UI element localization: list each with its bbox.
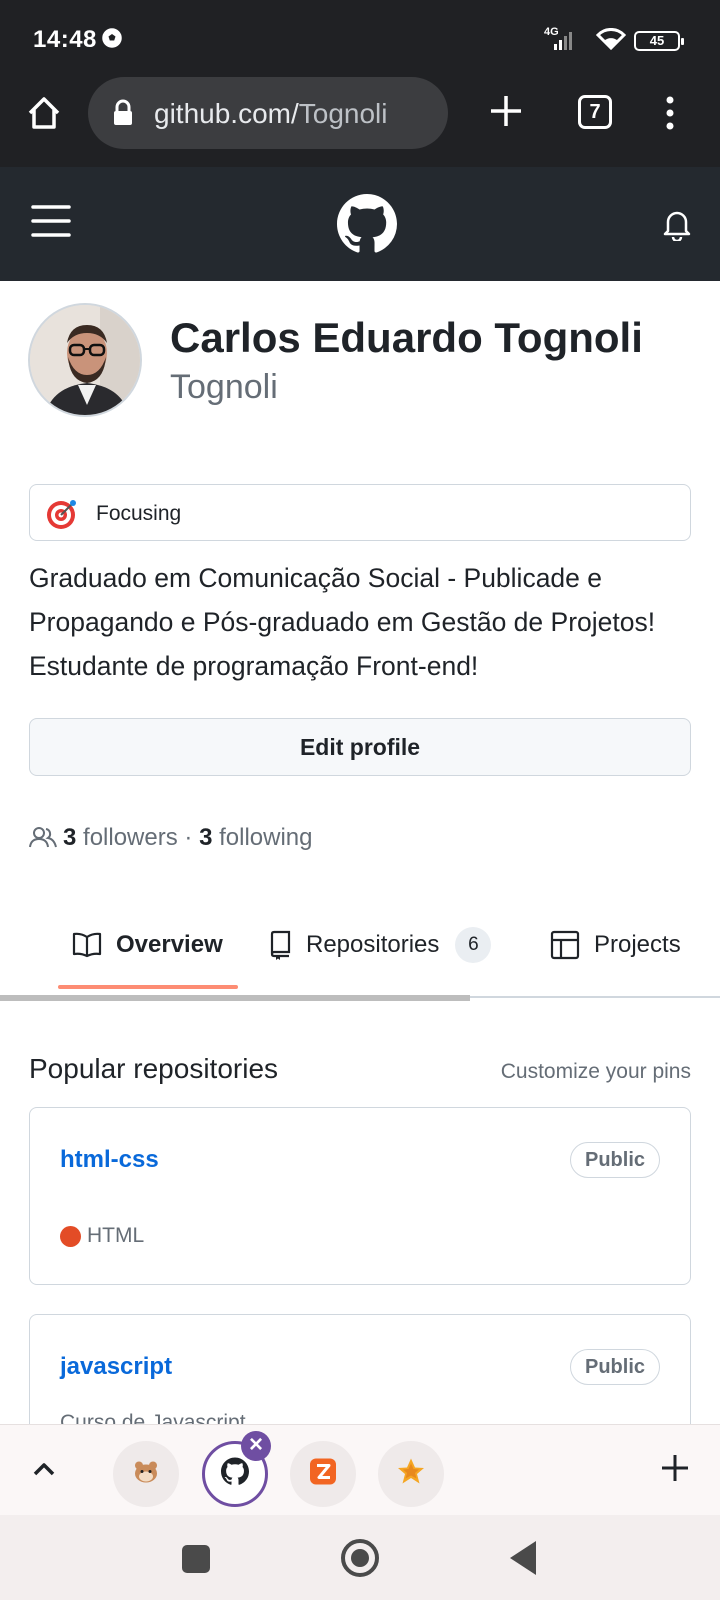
url-text: github.com/Tognoli: [154, 98, 387, 130]
battery-icon: 45: [634, 31, 684, 51]
edit-profile-button[interactable]: Edit profile: [29, 718, 691, 776]
new-tab-button[interactable]: [486, 91, 526, 131]
hamburger-icon: [31, 205, 71, 237]
customize-pins-link[interactable]: Customize your pins: [501, 1060, 691, 1084]
avatar[interactable]: [28, 303, 142, 417]
github-favicon-icon: [221, 1457, 249, 1491]
url-path: Tognoli: [298, 98, 388, 129]
followers-count[interactable]: 3: [63, 824, 76, 851]
menu-toggle-button[interactable]: [31, 203, 71, 239]
profile-tabs: Overview Repositories 6 Projects: [0, 905, 720, 1000]
tab-repositories-label: Repositories: [306, 931, 440, 958]
following-link[interactable]: following: [219, 824, 312, 851]
more-vert-icon: [666, 96, 674, 130]
profile-full-name: Carlos Eduardo Tognoli: [170, 314, 643, 361]
tabs-scrollbar[interactable]: [0, 995, 470, 1001]
repositories-count-badge: 6: [455, 927, 492, 963]
signal-strength-icon: [554, 30, 576, 55]
target-emoji-icon: [46, 498, 78, 535]
tab-projects[interactable]: Projects: [550, 925, 681, 965]
close-tab-button[interactable]: ×: [241, 1431, 271, 1461]
followers-link[interactable]: followers: [83, 824, 178, 851]
table-icon: [550, 930, 580, 960]
home-nav-button[interactable]: [341, 1539, 379, 1577]
soccer-ball-icon: [102, 28, 122, 53]
system-navigation-bar: [0, 1515, 720, 1600]
profile-username: Tognoli: [170, 368, 278, 406]
expand-tabs-button[interactable]: [30, 1455, 58, 1488]
profile-bio: Graduado em Comunicação Social - Publica…: [29, 563, 656, 681]
chevron-up-icon: [33, 1463, 55, 1476]
visibility-badge: Public: [569, 1142, 660, 1178]
book-icon: [72, 932, 102, 958]
repo-name-link[interactable]: javascript: [60, 1353, 172, 1381]
user-status-text: Focusing: [96, 502, 182, 525]
address-bar[interactable]: github.com/Tognoli: [88, 77, 448, 149]
repo-language: HTML: [60, 1224, 144, 1248]
following-count[interactable]: 3: [199, 824, 212, 851]
repo-card: html-css Public HTML: [29, 1107, 691, 1285]
language-color-dot: [60, 1225, 81, 1247]
repo-icon: [270, 930, 291, 960]
add-tab-button[interactable]: [660, 1453, 690, 1488]
plus-icon: [491, 96, 521, 126]
lock-icon: [112, 99, 134, 132]
active-tab-indicator: [58, 985, 238, 989]
tab-switcher-button[interactable]: 7: [578, 95, 612, 129]
system-status-bar: 14:48 4G 45: [0, 0, 720, 75]
battery-level: 45: [649, 33, 665, 48]
tab-projects-label: Projects: [594, 931, 681, 958]
bell-icon: [663, 211, 691, 243]
plus-icon: [662, 1455, 688, 1481]
repo-name-link[interactable]: html-css: [60, 1146, 159, 1174]
home-button[interactable]: [24, 93, 64, 133]
browser-toolbar: github.com/Tognoli 7: [0, 75, 720, 167]
user-status[interactable]: Focusing: [29, 484, 691, 541]
hamster-favicon-icon: [131, 1457, 161, 1492]
github-logo-icon[interactable]: [337, 194, 397, 254]
star-favicon-icon: [396, 1457, 426, 1492]
wifi-icon: [595, 28, 627, 55]
home-icon: [28, 97, 60, 129]
orange-app-favicon-icon: [308, 1457, 338, 1492]
url-host: github.com/: [154, 98, 299, 129]
clock-time: 14:48: [33, 26, 97, 53]
visibility-badge: Public: [569, 1349, 660, 1385]
repo-language-label: HTML: [87, 1224, 145, 1247]
follow-stats: 3 followers · 3 following: [29, 824, 313, 856]
notifications-button[interactable]: [662, 207, 692, 243]
tab-repositories[interactable]: Repositories 6: [268, 925, 492, 965]
tab-thumbnail-3[interactable]: [290, 1441, 356, 1507]
github-header: [0, 167, 720, 281]
popular-repositories-heading: Popular repositories: [29, 1053, 279, 1084]
tab-overview-label: Overview: [116, 931, 223, 958]
profile-photo-icon: [30, 305, 140, 415]
tab-overview[interactable]: Overview: [72, 925, 223, 965]
recents-button[interactable]: [182, 1545, 210, 1573]
back-button[interactable]: [510, 1541, 536, 1575]
tab-thumbnail-1[interactable]: [113, 1441, 179, 1507]
people-icon: [29, 825, 57, 856]
tab-thumbnail-4[interactable]: [378, 1441, 444, 1507]
browser-menu-button[interactable]: [660, 93, 680, 133]
browser-tab-strip: [0, 1424, 720, 1515]
follow-separator: ·: [184, 824, 193, 851]
